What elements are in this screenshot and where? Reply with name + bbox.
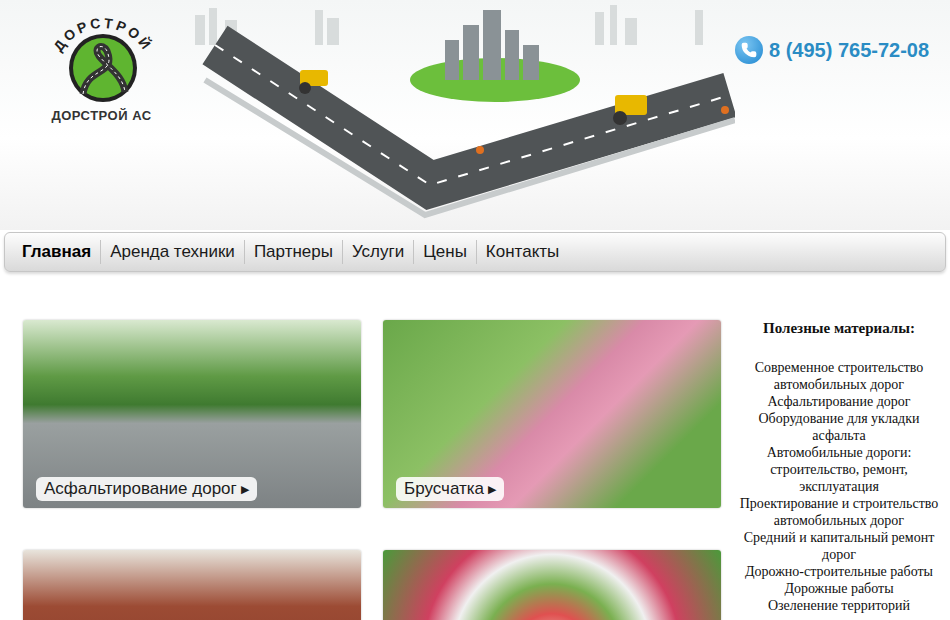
nav-item[interactable]: Главная	[13, 240, 100, 264]
sidebar-link[interactable]: Дорожно-строительные работы	[739, 563, 939, 580]
phone-icon	[735, 36, 763, 64]
nav-item[interactable]: Услуги	[342, 240, 413, 264]
arrow-icon: ▶	[241, 483, 249, 496]
nav-item[interactable]: Аренда техники	[100, 240, 244, 264]
sidebar-link[interactable]: Современное строительство автомобильных …	[739, 359, 939, 393]
logo-icon: ДОРСТРОЙ	[37, 6, 167, 106]
card-label[interactable]: Брусчатка▶	[396, 477, 504, 501]
content: Асфальтирование дорог▶Брусчатка▶Полезные…	[0, 272, 950, 620]
sidebar-link[interactable]: Дорожные работы	[739, 580, 939, 597]
sidebar-link[interactable]: Средний и капитальный ремонт дорог	[739, 529, 939, 563]
service-card[interactable]: Брусчатка▶	[383, 320, 721, 508]
nav-item[interactable]: Партнеры	[244, 240, 342, 264]
arrow-icon: ▶	[488, 483, 496, 496]
sidebar-title: Полезные материалы:	[739, 320, 939, 337]
nav-item[interactable]: Контакты	[476, 240, 568, 264]
card-grid: Асфальтирование дорог▶ Брусчатка▶	[23, 320, 721, 620]
logo[interactable]: ДОРСТРОЙ ДОРСТРОЙ АС	[0, 0, 195, 230]
phone-number: 8 (495) 765-72-08	[769, 36, 929, 64]
page: ДОРСТРОЙ ДОРСТРОЙ АС 8 (495) 765-72-08 Глав…	[0, 0, 950, 620]
service-card[interactable]	[383, 550, 721, 620]
nav-item[interactable]: Цены	[413, 240, 476, 264]
phone[interactable]: 8 (495) 765-72-08	[735, 0, 950, 230]
header: ДОРСТРОЙ ДОРСТРОЙ АС 8 (495) 765-72-08	[0, 0, 950, 230]
sidebar-link[interactable]: Автомобильные дороги: строительство, рем…	[739, 444, 939, 495]
road-illustration-icon	[195, 0, 735, 230]
nav-bar: ГлавнаяАренда техникиПартнерыУслугиЦеныК…	[4, 232, 946, 272]
sidebar-link[interactable]: Озеленение территорий	[739, 597, 939, 614]
service-card[interactable]: Асфальтирование дорог▶	[23, 320, 361, 508]
sidebar-link[interactable]: Асфальтирование дорог	[739, 393, 939, 410]
service-card[interactable]	[23, 550, 361, 620]
logo-name: ДОРСТРОЙ АС	[51, 108, 151, 123]
sidebar-link[interactable]: Проектирование и строительство автомобил…	[739, 495, 939, 529]
sidebar-link[interactable]: Оборудование для укладки асфальта	[739, 410, 939, 444]
card-label[interactable]: Асфальтирование дорог▶	[36, 477, 257, 501]
sidebar: Полезные материалы: Современное строитель…	[739, 320, 939, 620]
